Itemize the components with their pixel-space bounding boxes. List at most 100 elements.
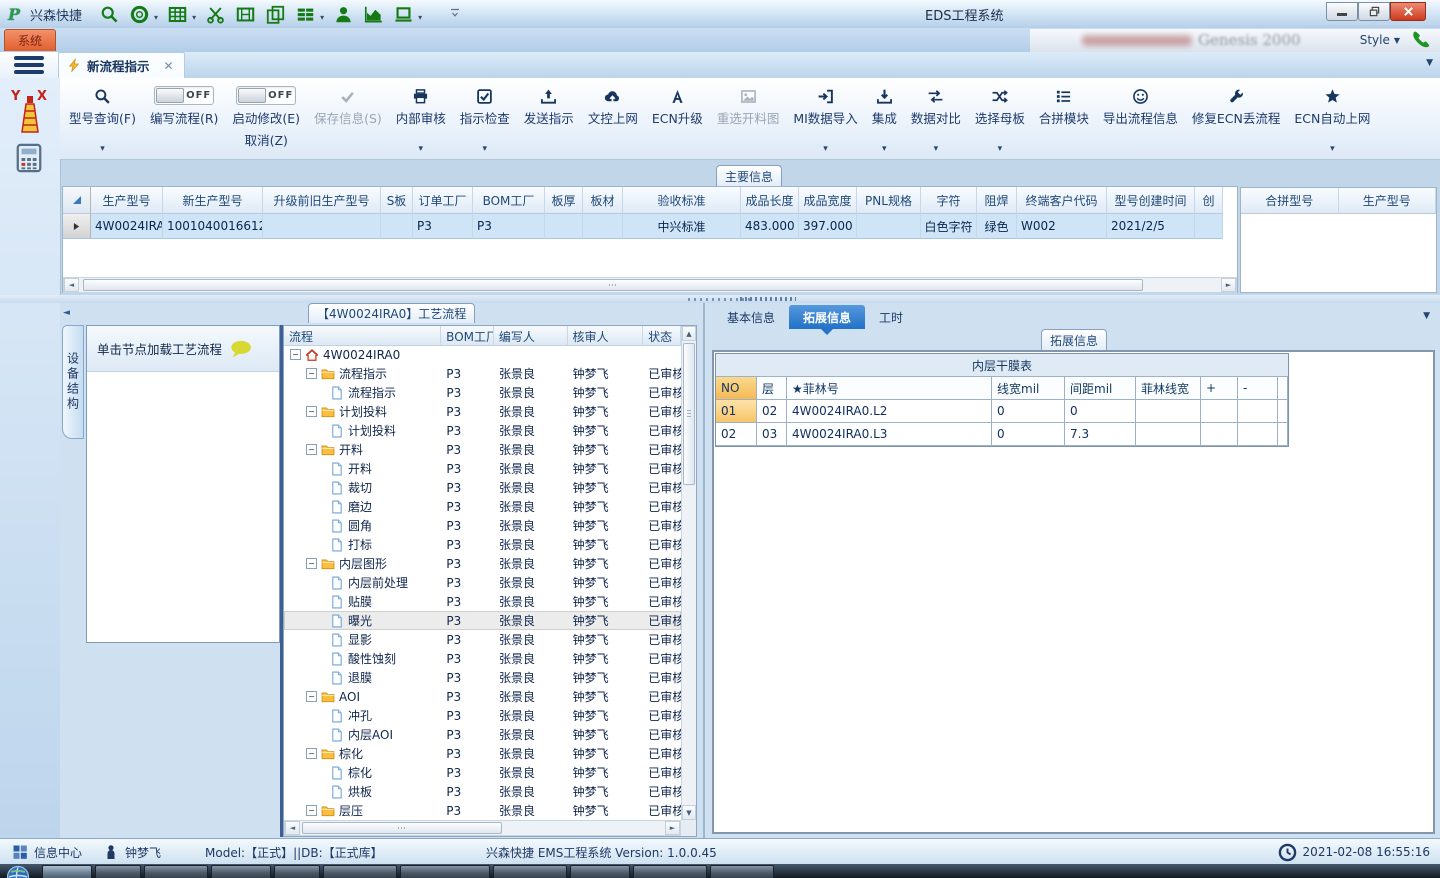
tree-node[interactable]: 内层AOI	[284, 726, 441, 743]
phone-button[interactable]	[1411, 29, 1432, 53]
dropdown-arrow-icon[interactable]: ▾	[934, 145, 939, 154]
scroll-left-icon[interactable]: ◄	[285, 821, 300, 835]
area-chart-button[interactable]	[360, 3, 386, 25]
table-cell[interactable]: 中兴标准	[623, 214, 741, 239]
tree-row[interactable]: − 流程指示 P3 张景良 钟梦飞 已审核	[284, 364, 681, 383]
row-selector-cell[interactable]	[63, 214, 91, 239]
windows-start-button[interactable]	[6, 865, 30, 878]
tree-row[interactable]: 开料 P3 张景良 钟梦飞 已审核	[284, 459, 681, 478]
table-cell[interactable]	[381, 214, 413, 239]
ribbon-button[interactable]: 选择母板 ▾	[968, 78, 1032, 159]
tree-node[interactable]: − 棕化	[284, 745, 441, 762]
info-center-button[interactable]: 信息中心	[12, 839, 82, 865]
tree-node[interactable]: 退膜	[284, 669, 441, 686]
toolbar-overflow-icon[interactable]	[450, 7, 460, 22]
ribbon-button[interactable]: OFF 编写流程(R)	[143, 78, 225, 159]
table-cell[interactable]: P3	[473, 214, 545, 239]
hamburger-menu-button[interactable]	[0, 52, 59, 78]
table-row[interactable]: 4W0024IRA010010400166120 P3P3 中兴标准483.0003…	[63, 214, 1237, 239]
tree-node[interactable]: 烘板	[284, 783, 441, 800]
film-table-cell[interactable]	[1238, 400, 1278, 423]
tab-close-icon[interactable]: ✕	[164, 59, 174, 73]
row-selector-header[interactable]	[63, 187, 91, 214]
column-header[interactable]: 生产型号	[1338, 188, 1436, 214]
table-cell[interactable]	[583, 214, 623, 239]
tree-node[interactable]: 冲孔	[284, 707, 441, 724]
tree-node[interactable]: 圆角	[284, 517, 441, 534]
film-table-cell[interactable]	[1238, 423, 1278, 446]
scroll-track[interactable]	[79, 278, 1221, 292]
film-table-cell[interactable]: 0	[1065, 400, 1136, 423]
tree-node[interactable]: − 4W0024IRA0	[284, 348, 441, 362]
column-header[interactable]: 新生产型号	[163, 187, 263, 214]
film-table-row[interactable]: 01 02 4W0024IRA0.L2 0 0	[716, 400, 1288, 423]
column-header[interactable]: 合拼型号	[1241, 188, 1339, 214]
rows-button[interactable]	[292, 3, 318, 25]
column-header[interactable]: 订单工厂	[413, 187, 473, 214]
tree-row[interactable]: 计划投料 P3 张景良 钟梦飞 已审核	[284, 421, 681, 440]
taskbar-window-button[interactable]	[274, 865, 320, 878]
table-cell[interactable]: 绿色	[977, 214, 1017, 239]
scroll-up-icon[interactable]: ▲	[682, 326, 696, 341]
column-header[interactable]: 成品长度	[741, 187, 799, 214]
tree-row[interactable]: − 棕化 P3 张景良 钟梦飞 已审核	[284, 744, 681, 763]
column-header[interactable]: 字符	[921, 187, 977, 214]
tree-column-header[interactable]: 核审人	[568, 326, 644, 345]
ribbon-button[interactable]: 重选开料图	[710, 78, 787, 159]
scroll-thumb[interactable]	[302, 822, 502, 834]
column-header[interactable]: S板	[381, 187, 413, 214]
film-table-row[interactable]: 02 03 4W0024IRA0.L3 0 7.3	[716, 423, 1288, 446]
taskbar-window-button[interactable]	[710, 865, 774, 878]
table-cell[interactable]: 483.000	[741, 214, 799, 239]
tree-node[interactable]: 流程指示	[284, 384, 441, 401]
tree-row[interactable]: 裁切 P3 张景良 钟梦飞 已审核	[284, 478, 681, 497]
tree-row[interactable]: 退膜 P3 张景良 钟梦飞 已审核	[284, 668, 681, 687]
film-table-cell[interactable]: 02	[757, 400, 787, 423]
column-header[interactable]: 板厚	[545, 187, 583, 214]
tree-node[interactable]: 裁切	[284, 479, 441, 496]
table-cell[interactable]	[1195, 214, 1223, 239]
chevron-down-icon[interactable]: ▾	[320, 13, 324, 22]
tree-node[interactable]: − 流程指示	[284, 365, 441, 382]
tree-row[interactable]: 贴膜 P3 张景良 钟梦飞 已审核	[284, 592, 681, 611]
ribbon-button[interactable]: 文控上网	[581, 78, 645, 159]
tree-row[interactable]: − 开料 P3 张景良 钟梦飞 已审核	[284, 440, 681, 459]
tree-row[interactable]: 内层AOI P3 张景良 钟梦飞 已审核	[284, 725, 681, 744]
tree-row[interactable]: − 4W0024IRA0	[284, 345, 681, 364]
tree-row[interactable]: 冲孔 P3 张景良 钟梦飞 已审核	[284, 706, 681, 725]
style-dropdown[interactable]: Style ▼	[1360, 33, 1400, 47]
tree-row[interactable]: 显影 P3 张景良 钟梦飞 已审核	[284, 630, 681, 649]
tree-row[interactable]: 圆角 P3 张景良 钟梦飞 已审核	[284, 516, 681, 535]
expand-box-icon[interactable]: −	[306, 691, 317, 702]
scroll-right-icon[interactable]: ►	[665, 821, 680, 835]
lifesaver-button[interactable]	[126, 3, 152, 25]
tree-node[interactable]: 曝光	[284, 612, 441, 629]
magnifier-button[interactable]	[96, 3, 122, 25]
scroll-track[interactable]	[300, 821, 665, 835]
ribbon-button[interactable]: 型号查询(F) ▾	[62, 78, 143, 159]
dropdown-arrow-icon[interactable]: ▾	[419, 145, 424, 154]
toggle-off-switch[interactable]: OFF	[236, 86, 297, 105]
detail-tab[interactable]: 工时	[865, 305, 917, 329]
ribbon-button[interactable]: MI数据导入 ▾	[786, 78, 864, 159]
tree-row[interactable]: 打标 P3 张景良 钟梦飞 已审核	[284, 535, 681, 554]
table-cell[interactable]	[857, 214, 921, 239]
detail-tab[interactable]: 基本信息	[713, 305, 789, 329]
scroll-right-icon[interactable]: ►	[1221, 278, 1236, 292]
tree-row[interactable]: − AOI P3 张景良 钟梦飞 已审核	[284, 687, 681, 706]
dropdown-arrow-icon[interactable]: ▾	[998, 145, 1003, 154]
tree-hscrollbar[interactable]: ◄ ►	[284, 820, 681, 836]
ribbon-button[interactable]: 集成 ▾	[865, 78, 904, 159]
ribbon-button[interactable]: 修复ECN丢流程	[1185, 78, 1287, 159]
column-header[interactable]: 终端客户代码	[1017, 187, 1107, 214]
tree-column-header[interactable]: 编写人	[494, 326, 568, 345]
table-cell[interactable]: 2021/2/5	[1107, 214, 1195, 239]
tree-node[interactable]: − 开料	[284, 441, 441, 458]
ribbon-button[interactable]: 发送指示	[517, 78, 581, 159]
yx-tower-logo[interactable]: YX	[9, 88, 51, 134]
ribbon-button[interactable]: 内部审核 ▾	[389, 78, 453, 159]
film-button[interactable]	[232, 3, 258, 25]
tree-node[interactable]: 内层前处理	[284, 574, 441, 591]
calculator-icon[interactable]	[14, 142, 44, 174]
dropdown-arrow-icon[interactable]: ▾	[823, 145, 828, 154]
